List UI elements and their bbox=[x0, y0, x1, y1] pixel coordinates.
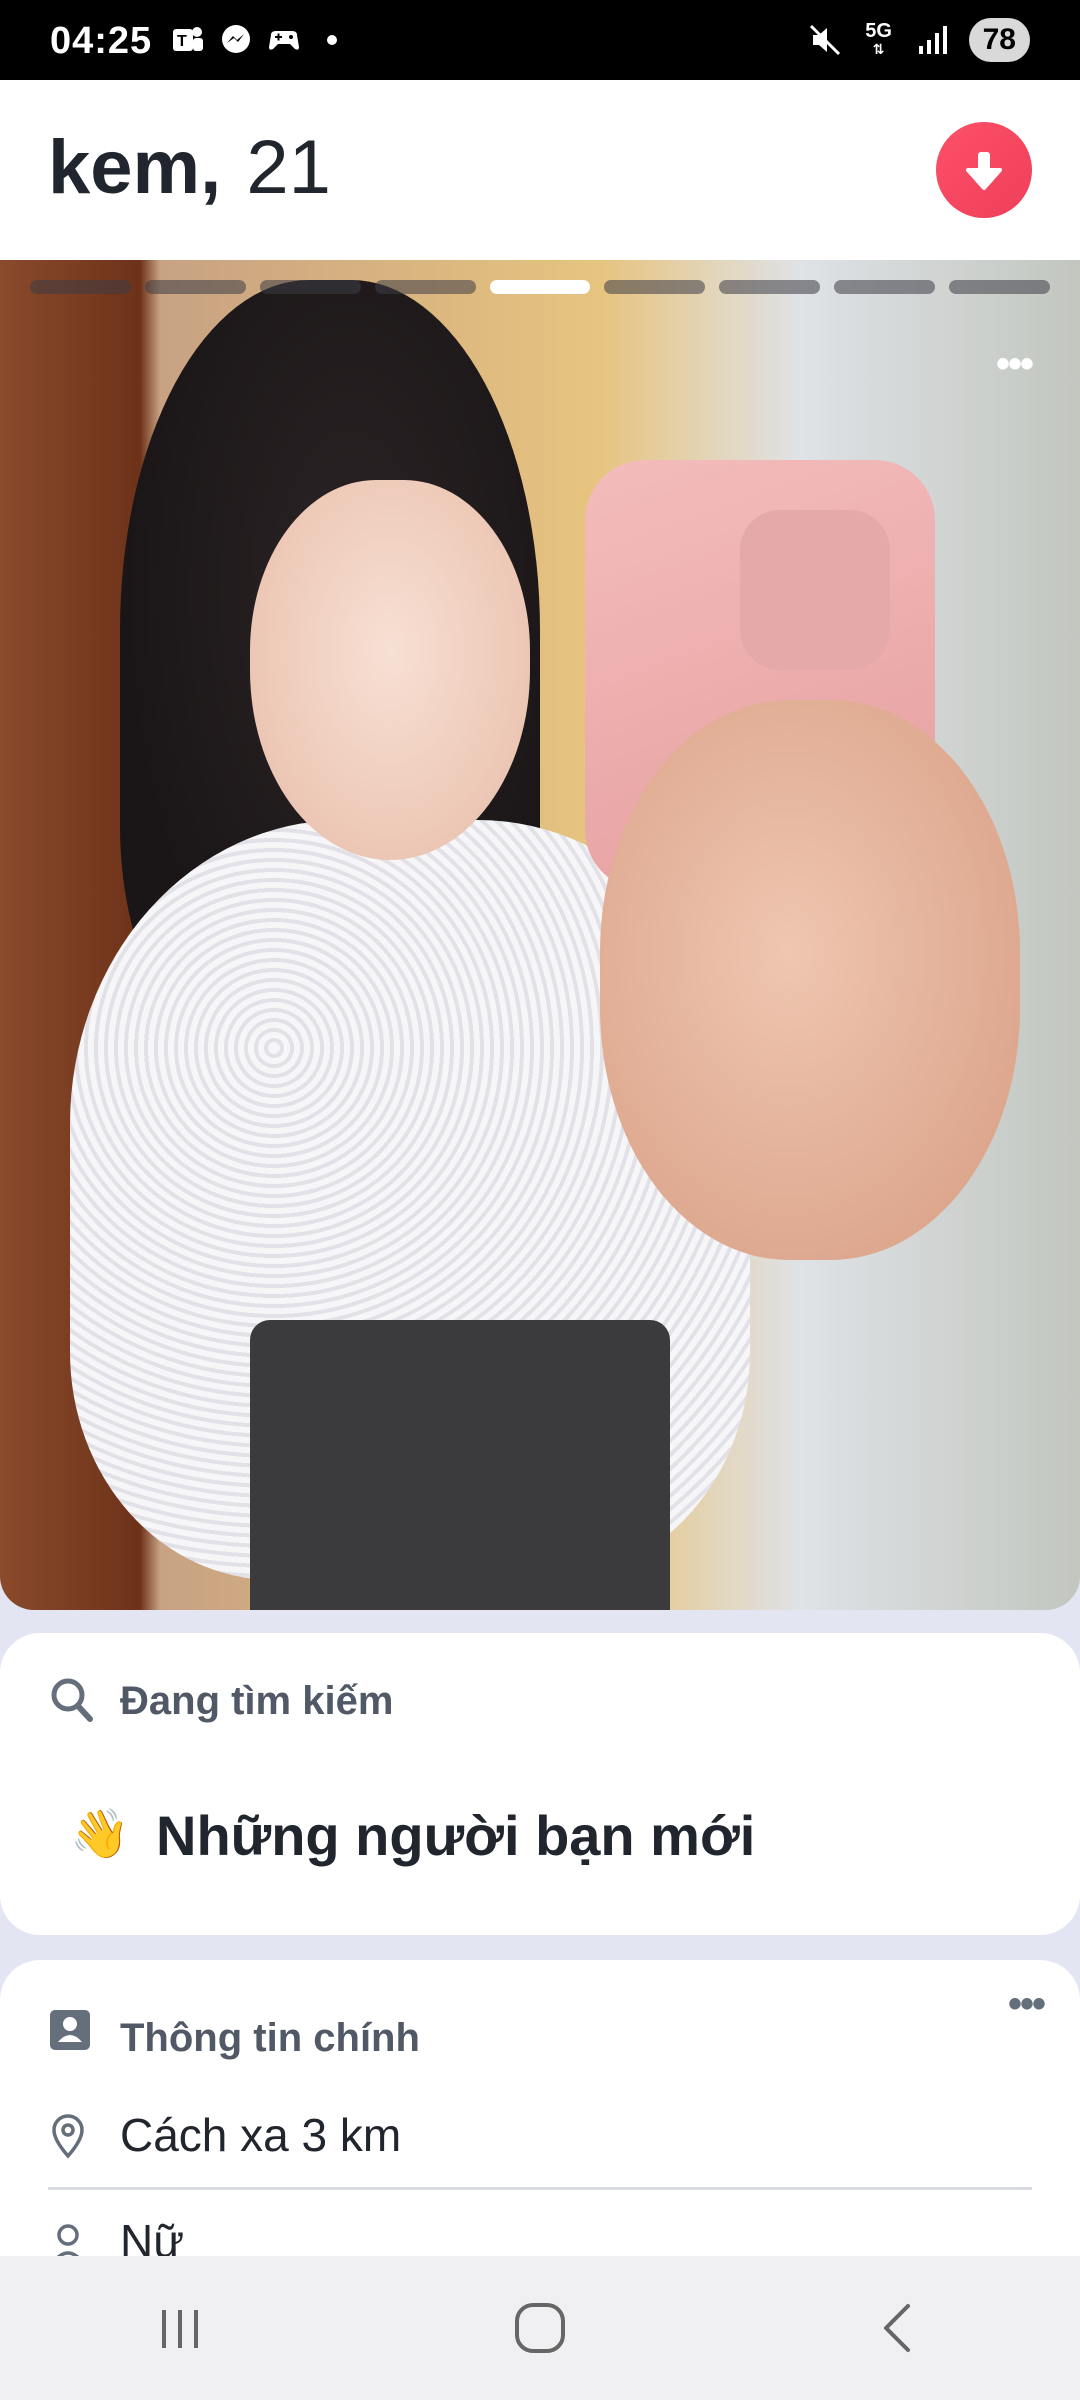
arrow-down-icon bbox=[966, 152, 1002, 190]
status-right: 5G ⇅ 78 bbox=[807, 18, 1030, 62]
progress-segment[interactable] bbox=[30, 280, 131, 294]
status-time: 04:25 bbox=[50, 20, 153, 62]
progress-segment[interactable] bbox=[834, 280, 936, 294]
network-type: 5G bbox=[865, 20, 892, 42]
notification-icons: T bbox=[170, 22, 350, 58]
progress-segment[interactable] bbox=[374, 280, 476, 294]
basic-info-menu-button[interactable]: ••• bbox=[1008, 1982, 1046, 2027]
distance-text: Cách xa 3 km bbox=[120, 2109, 402, 2161]
profile-header: kem, 21 bbox=[0, 80, 1080, 260]
home-icon bbox=[515, 2303, 565, 2353]
profile-name-age: kem, 21 bbox=[48, 124, 331, 211]
messenger-icon bbox=[218, 22, 254, 58]
mute-icon bbox=[807, 22, 843, 58]
photo-menu-button[interactable]: ••• bbox=[996, 342, 1034, 387]
photo-skirt bbox=[250, 1320, 670, 1610]
looking-for-card: Đang tìm kiếm 👋 Những người bạn mới bbox=[0, 1633, 1080, 1935]
data-arrows: ⇅ bbox=[872, 41, 885, 57]
contact-card-icon bbox=[48, 2008, 92, 2057]
status-bar: 04:25 T 5G ⇅ 78 bbox=[0, 0, 1080, 80]
battery-level: 78 bbox=[968, 18, 1030, 62]
looking-for-value: Những người bạn mới bbox=[156, 1804, 756, 1867]
photo-phone-camera bbox=[740, 510, 890, 670]
progress-segment[interactable] bbox=[719, 280, 821, 294]
progress-segment[interactable] bbox=[489, 280, 591, 294]
progress-segment[interactable] bbox=[604, 280, 706, 294]
signal-icon bbox=[915, 22, 951, 58]
progress-segment[interactable] bbox=[259, 280, 361, 294]
5g-icon: 5G ⇅ bbox=[861, 20, 897, 58]
photo-face bbox=[250, 480, 530, 860]
dot-icon bbox=[314, 22, 350, 58]
location-pin-icon bbox=[48, 2112, 88, 2165]
basic-info-label: Thông tin chính bbox=[120, 2016, 420, 2060]
looking-for-label: Đang tìm kiếm bbox=[120, 1679, 394, 1723]
profile-name: kem, bbox=[48, 125, 222, 210]
game-controller-icon bbox=[266, 22, 302, 58]
collapse-profile-button[interactable] bbox=[936, 122, 1032, 218]
home-button[interactable] bbox=[480, 2278, 600, 2378]
svg-text:T: T bbox=[177, 33, 187, 50]
profile-age: 21 bbox=[246, 125, 331, 210]
progress-segment[interactable] bbox=[949, 280, 1051, 294]
info-divider bbox=[48, 2187, 1032, 2190]
back-icon bbox=[884, 2304, 910, 2352]
profile-photo[interactable]: ••• bbox=[0, 260, 1080, 1610]
recent-apps-icon bbox=[162, 2310, 198, 2348]
recent-apps-button[interactable] bbox=[120, 2278, 240, 2378]
progress-segment[interactable] bbox=[144, 280, 246, 294]
photo-progress-indicator bbox=[30, 280, 1051, 294]
photo-hand bbox=[600, 700, 1020, 1260]
back-button[interactable] bbox=[840, 2278, 960, 2378]
waving-hand-icon: 👋 bbox=[70, 1808, 130, 1861]
teams-icon: T bbox=[170, 22, 206, 58]
system-navigation-bar bbox=[0, 2256, 1080, 2400]
search-icon bbox=[48, 1673, 96, 1730]
